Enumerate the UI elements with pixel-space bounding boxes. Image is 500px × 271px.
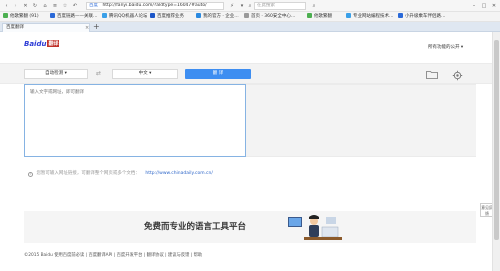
scrollbar-thumb[interactable] [494, 40, 499, 240]
bookmark-item[interactable]: 小升级乘车伴侣路… [398, 13, 446, 21]
bookmark-favicon-icon [102, 13, 107, 18]
bookmark-label: 专业网站编程技术… [353, 14, 394, 19]
bookmark-label: 他歌繁翻 [314, 14, 332, 19]
bookmark-item[interactable]: 专业网站编程技术… [346, 13, 394, 21]
refresh-icon[interactable]: ↻ [31, 2, 39, 10]
back-icon[interactable]: ‹ [3, 2, 10, 10]
maximize-icon[interactable]: □ [480, 2, 488, 10]
banner-text: 免费而专业的语言工具平台 [144, 222, 247, 232]
hint-text: 您暂可输入网址链接，可翻译整个网页或多个文档： [36, 171, 140, 176]
window-close-icon[interactable]: ✕ [490, 2, 498, 10]
page-footer: ©2015 Baidu 使用百度前必读 | 百度翻译API | 百度开发平台 |… [24, 253, 203, 258]
bookmark-item[interactable]: 百度链路——关联… [50, 13, 98, 21]
search-box[interactable]: 在此搜索 [254, 2, 306, 10]
translate-button[interactable]: 翻 译 [185, 69, 251, 79]
info-icon: i [28, 172, 33, 177]
target-language-select[interactable]: 中文 ▾ [112, 69, 178, 79]
bookmark-favicon-icon [346, 13, 351, 18]
baidu-fanyi-logo[interactable]: Baidu 翻译 [24, 40, 60, 50]
history-icon[interactable]: ↶ [71, 2, 79, 10]
bookmark-label: 百度链路——关联… [57, 14, 98, 19]
promo-banner: 免费而专业的语言工具平台 [24, 211, 476, 243]
source-language-select[interactable]: 自动检测 ▾ [24, 69, 88, 79]
bookmark-label: 我的官方 · 企业… [203, 14, 239, 19]
bookmark-favicon-icon [307, 13, 312, 18]
logo-du: du [36, 40, 47, 48]
tab-baidu-fanyi[interactable]: 百度翻译 × [2, 23, 90, 32]
bookmarks-bar: 他歌繁翻 (91) 百度链路——关联… 腾讯QQ机器人论坛… 百度推荐业务 我的官方 ·… [0, 12, 500, 22]
banner-illustration [288, 215, 342, 240]
bookmark-label: 首页 · 360安全中心… [251, 14, 296, 19]
translation-result-panel [246, 84, 476, 157]
bookmark-favicon-icon [244, 13, 249, 18]
bookmark-favicon-icon [50, 13, 55, 18]
tab-strip: 百度翻译 × + [0, 22, 500, 32]
bookmark-label: 百度推荐业务 [157, 14, 184, 19]
logo-bai: Bai [24, 40, 37, 48]
bookmark-favicon-icon [150, 13, 155, 18]
bookmark-favicon-icon [398, 13, 403, 18]
vertical-scrollbar[interactable] [492, 32, 500, 271]
swap-languages-icon[interactable]: ⇄ [96, 69, 101, 79]
browser-nav-bar: ‹ › ✕ ↻ ⌂ ≡ ☆ ↶ 百度 http://fanyi.baidu.co… [0, 0, 500, 12]
logo-fanyi: 翻译 [47, 40, 60, 47]
gear-icon[interactable] [452, 70, 463, 81]
forward-icon[interactable]: › [12, 2, 19, 10]
minimize-icon[interactable]: – [470, 2, 478, 10]
new-tab-button[interactable]: + [93, 22, 100, 31]
bookmark-item[interactable]: 他歌繁翻 [307, 13, 332, 21]
url-hint: i 您暂可输入网址链接，可翻译整个网页或多个文档： http://www.chi… [28, 170, 213, 177]
page-header [0, 32, 500, 58]
close-icon[interactable]: ✕ [22, 2, 29, 10]
address-bar[interactable]: 百度 http://fanyi.baidu.com/?aldtype=16047… [86, 2, 224, 10]
address-dropdown-icon[interactable]: ▾ [238, 2, 246, 10]
search-placeholder: 在此搜索 [257, 3, 275, 8]
address-prefix: 百度 [89, 3, 98, 8]
bookmark-favicon-icon [196, 13, 201, 18]
bookmark-item[interactable]: 首页 · 360安全中心… [244, 13, 295, 21]
bookmark-label: 腾讯QQ机器人论坛… [109, 14, 147, 19]
bookmark-label: 小升级乘车伴侣路… [405, 14, 446, 19]
bookmark-favicon-icon [3, 13, 8, 18]
translate-toolbar: 自动检测 ▾ ⇄ 中文 ▾ 翻 译 [0, 63, 500, 84]
bookmark-item[interactable]: 他歌繁翻 (91) [3, 13, 39, 21]
tab-title: 百度翻译 [6, 25, 24, 30]
header-right-link[interactable]: 所有功能的公开 ▾ [428, 44, 463, 50]
search-icon[interactable]: ⌕ [310, 2, 318, 10]
lightning-icon[interactable]: ⚡ [228, 2, 236, 10]
bookmark-label: 他歌繁翻 (91) [10, 14, 39, 19]
bookmark-item[interactable]: 百度推荐业务 [150, 13, 184, 21]
menu-icon[interactable]: ≡ [51, 2, 59, 10]
address-url: http://fanyi.baidu.com/?aldtype=16047#au… [102, 3, 207, 8]
source-text-input[interactable] [24, 84, 246, 157]
folder-icon[interactable] [426, 70, 438, 79]
home-icon[interactable]: ⌂ [41, 2, 49, 10]
search-engine-icon[interactable]: ⌕ [246, 2, 254, 10]
bookmark-item[interactable]: 腾讯QQ机器人论坛… [102, 13, 147, 21]
hint-example-link[interactable]: http://www.chinadaily.com.cn/ [145, 171, 212, 176]
tab-close-icon[interactable]: × [85, 24, 89, 32]
star-icon[interactable]: ☆ [61, 2, 69, 10]
bookmark-item[interactable]: 我的官方 · 企业… [196, 13, 239, 21]
